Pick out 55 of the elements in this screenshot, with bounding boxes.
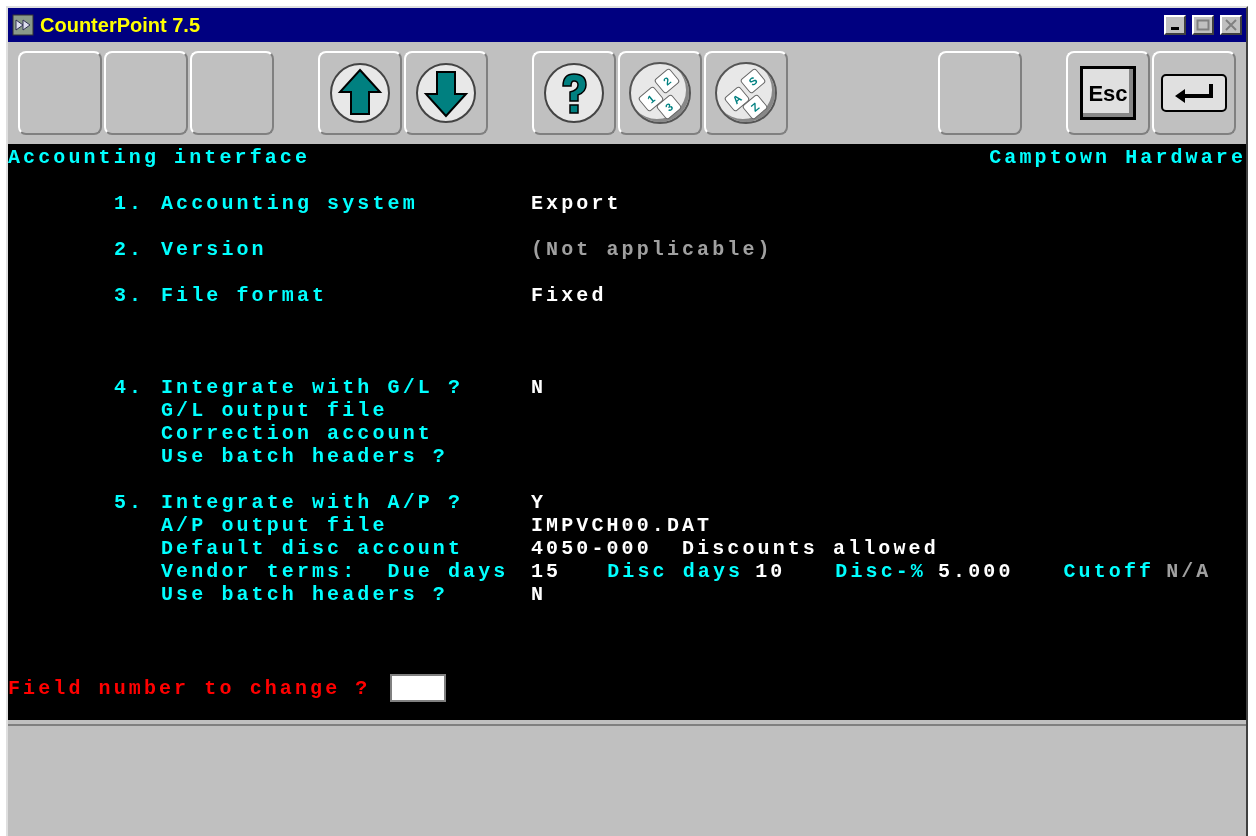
field-number: 1. <box>114 192 146 215</box>
help-button[interactable] <box>532 51 616 135</box>
field-value: Y <box>531 491 547 514</box>
field-number: 5. <box>114 491 146 514</box>
field-label: Default disc account <box>161 537 465 560</box>
field-label: Disc days <box>607 560 744 583</box>
company-name: Camptown Hardware <box>989 146 1246 169</box>
field-label: Integrate with G/L ? <box>161 376 465 399</box>
field-label: Integrate with A/P ? <box>161 491 465 514</box>
field-value: (Not applicable) <box>531 238 773 261</box>
field-label: Cutoff <box>1063 560 1155 583</box>
field-number: 4. <box>114 376 146 399</box>
field-label: Disc-% <box>835 560 926 583</box>
escape-button[interactable]: Esc <box>1066 51 1150 135</box>
scroll-down-button[interactable] <box>404 51 488 135</box>
field-label: Correction account <box>161 422 434 445</box>
field-label: Version <box>161 238 268 261</box>
field-number: 3. <box>114 284 146 307</box>
window-title: CounterPoint 7.5 <box>40 13 200 38</box>
toolbar-button[interactable] <box>190 51 274 135</box>
scroll-up-button[interactable] <box>318 51 402 135</box>
field-label: Vendor terms: Due days <box>161 560 510 583</box>
close-icon <box>1224 19 1238 31</box>
keypad-button[interactable]: 1 2 3 <box>618 51 702 135</box>
field-value: N <box>531 583 547 606</box>
toolbar-button[interactable] <box>18 51 102 135</box>
field-label: A/P output file <box>161 514 389 537</box>
help-icon <box>543 62 605 124</box>
field-value: 10 <box>755 560 786 583</box>
field-label: Accounting system <box>161 192 419 215</box>
maximize-icon <box>1196 19 1210 31</box>
toolbar-button[interactable] <box>938 51 1022 135</box>
enter-button[interactable] <box>1152 51 1236 135</box>
keypad-button[interactable]: A S Z <box>704 51 788 135</box>
minimize-button[interactable] <box>1164 15 1186 35</box>
app-icon <box>12 14 34 36</box>
prompt-label: Field number to change ? <box>8 676 371 700</box>
minimize-icon <box>1171 26 1179 30</box>
field-label: File format <box>161 284 329 307</box>
field-value: 5.000 <box>938 560 1014 583</box>
field-value: N/A <box>1166 560 1212 583</box>
screen-title: Accounting interface <box>8 146 311 169</box>
field-value: 4050-000 Discounts allowed <box>531 537 939 560</box>
field-value: 15 <box>531 560 562 583</box>
enter-key-icon <box>1161 74 1227 112</box>
field-number: 2. <box>114 238 146 261</box>
field-value: Export <box>531 192 622 215</box>
field-label: Use batch headers ? <box>161 583 449 606</box>
field-value: N <box>531 376 547 399</box>
field-value: Fixed <box>531 284 607 307</box>
toolbar-button[interactable] <box>104 51 188 135</box>
input-field[interactable] <box>390 674 447 702</box>
field-label: G/L output file <box>161 399 389 422</box>
field-label: Use batch headers ? <box>161 445 449 468</box>
field-value: IMPVCH00.DAT <box>531 514 713 537</box>
